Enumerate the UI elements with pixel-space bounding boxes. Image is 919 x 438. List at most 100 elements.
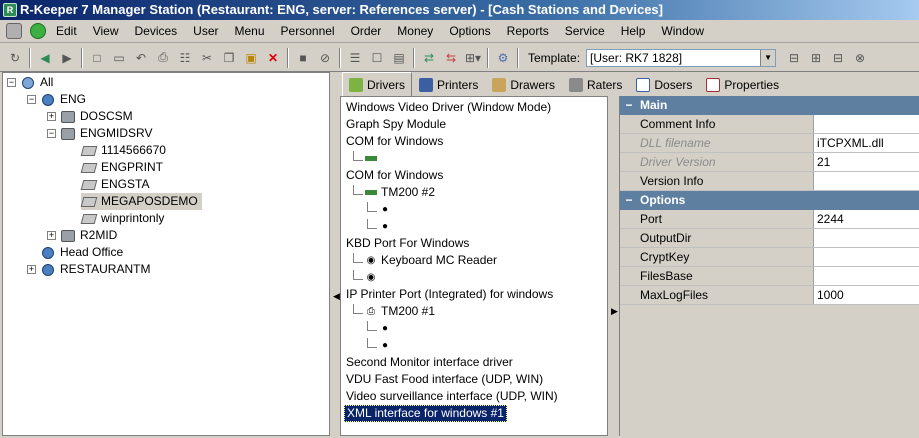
transfer-icon[interactable]: ⇆	[441, 48, 461, 68]
driver-child-item[interactable]: ◉ Keyboard MC Reader	[353, 252, 497, 269]
grid-view-icon[interactable]: ⊞▾	[463, 48, 483, 68]
menu-order[interactable]: Order	[343, 20, 390, 43]
expand-right-icon[interactable]: ▶	[611, 306, 618, 317]
property-value[interactable]	[814, 229, 919, 247]
property-value[interactable]: 1000	[814, 286, 919, 304]
expand-icon[interactable]: +	[27, 265, 36, 274]
settings-gear-icon[interactable]: ⚙	[493, 48, 513, 68]
property-row[interactable]: FilesBase	[620, 267, 919, 286]
driver-item[interactable]: Video surveillance interface (UDP, WIN)	[346, 388, 558, 405]
driver-item[interactable]: KBD Port For Windows	[346, 235, 469, 252]
cancel-icon[interactable]: ⊘	[315, 48, 335, 68]
device-node[interactable]: ●	[367, 320, 395, 337]
tab-drawers[interactable]: Drawers	[485, 74, 562, 96]
menu-reports[interactable]: Reports	[499, 20, 557, 43]
tree-node-station-selected[interactable]: MEGAPOSDEMO	[80, 193, 202, 210]
property-row[interactable]: DLL filename iTCPXML.dll	[620, 134, 919, 153]
template-save-icon[interactable]: ⊞	[806, 48, 826, 68]
menu-window[interactable]: Window	[653, 20, 712, 43]
expand-icon[interactable]: +	[47, 231, 56, 240]
tree-node-all[interactable]: − All	[7, 74, 53, 91]
device-node[interactable]: ●	[367, 337, 395, 354]
property-value[interactable]	[814, 248, 919, 266]
menu-devices[interactable]: Devices	[126, 20, 185, 43]
menu-personnel[interactable]: Personnel	[273, 20, 343, 43]
sync-icon[interactable]: ⇄	[419, 48, 439, 68]
refresh-icon[interactable]: ↻	[5, 48, 25, 68]
new-icon[interactable]: □	[87, 48, 107, 68]
collapse-icon[interactable]: −	[622, 96, 636, 115]
template-select[interactable]: [User: RK7 1828] ▼	[586, 48, 777, 67]
menu-edit[interactable]: Edit	[48, 20, 85, 43]
template-load-icon[interactable]: ⊟	[828, 48, 848, 68]
menu-view[interactable]: View	[85, 20, 127, 43]
tab-raters[interactable]: Raters	[562, 74, 629, 96]
undo-icon[interactable]: ↶	[131, 48, 151, 68]
driver-port-node[interactable]	[353, 150, 381, 167]
menu-user[interactable]: User	[185, 20, 226, 43]
property-row[interactable]: OutputDir	[620, 229, 919, 248]
tab-printers[interactable]: Printers	[412, 74, 485, 96]
driver-item[interactable]: VDU Fast Food interface (UDP, WIN)	[346, 371, 543, 388]
properties-icon[interactable]: ☷	[175, 48, 195, 68]
tree-node-r2mid[interactable]: + R2MID	[47, 227, 117, 244]
collapse-icon[interactable]: −	[27, 95, 36, 104]
driver-item[interactable]: COM for Windows	[346, 167, 443, 184]
driver-child-item[interactable]: ⎙ TM200 #1	[353, 303, 435, 320]
property-row[interactable]: Comment Info	[620, 115, 919, 134]
property-row[interactable]: Port 2244	[620, 210, 919, 229]
tree-node-station[interactable]: ENGPRINT	[80, 159, 163, 176]
device-node[interactable]: ●	[367, 201, 395, 218]
chevron-down-icon[interactable]: ▼	[760, 49, 776, 66]
document-icon[interactable]: ☰	[345, 48, 365, 68]
tree-node-station[interactable]: 1114566670	[80, 142, 166, 159]
save-icon[interactable]: ■	[293, 48, 313, 68]
driver-child-item[interactable]: TM200 #2	[353, 184, 435, 201]
paste-special-icon[interactable]: ▤	[389, 48, 409, 68]
tree-node-engmidsrv[interactable]: − ENGMIDSRV	[47, 125, 152, 142]
driver-item[interactable]: IP Printer Port (Integrated) for windows	[346, 286, 553, 303]
driver-item-selected[interactable]: XML interface for windows #1	[344, 405, 507, 422]
tab-drivers[interactable]: Drivers	[342, 72, 412, 96]
property-row[interactable]: Driver Version 21	[620, 153, 919, 172]
clipboard-icon[interactable]: ☐	[367, 48, 387, 68]
collapse-icon[interactable]: −	[47, 129, 56, 138]
property-row[interactable]: CryptKey	[620, 248, 919, 267]
open-folder-icon[interactable]: ▭	[109, 48, 129, 68]
property-value[interactable]	[814, 172, 919, 190]
cut-icon[interactable]: ✂	[197, 48, 217, 68]
tree-node-station[interactable]: winprintonly	[80, 210, 164, 227]
menu-help[interactable]: Help	[613, 20, 654, 43]
tree-node-station[interactable]: ENGSTA	[80, 176, 149, 193]
tree-node-eng[interactable]: − ENG	[27, 91, 86, 108]
object-tree[interactable]: − All − ENG + DOSCSM − ENGMIDSRV 1114566…	[2, 72, 330, 436]
left-splitter[interactable]: ◀	[332, 96, 340, 436]
property-value[interactable]	[814, 267, 919, 285]
driver-item[interactable]: Second Monitor interface driver	[346, 354, 513, 371]
menu-menu[interactable]: Menu	[227, 20, 273, 43]
property-value[interactable]	[814, 115, 919, 133]
menu-options[interactable]: Options	[441, 20, 498, 43]
tree-node-head-office[interactable]: Head Office	[40, 244, 123, 261]
tab-dosers[interactable]: Dosers	[629, 74, 699, 96]
collapse-icon[interactable]: −	[622, 191, 636, 210]
device-node[interactable]: ●	[367, 218, 395, 235]
tree-node-doscsm[interactable]: + DOSCSM	[47, 108, 133, 125]
tab-properties[interactable]: Properties	[699, 74, 786, 96]
right-splitter[interactable]: ▶	[609, 96, 619, 436]
menu-money[interactable]: Money	[389, 20, 441, 43]
driver-item[interactable]: Windows Video Driver (Window Mode)	[346, 99, 551, 116]
collapse-icon[interactable]: −	[7, 78, 16, 87]
section-options[interactable]: − Options	[620, 191, 919, 210]
property-value[interactable]: 2244	[814, 210, 919, 228]
delete-icon[interactable]: ✕	[263, 48, 283, 68]
property-row[interactable]: Version Info	[620, 172, 919, 191]
back-icon[interactable]: ◀	[35, 48, 55, 68]
drivers-tree[interactable]: Windows Video Driver (Window Mode) Graph…	[340, 96, 608, 436]
driver-item[interactable]: COM for Windows	[346, 133, 443, 150]
property-row[interactable]: MaxLogFiles 1000	[620, 286, 919, 305]
forward-icon[interactable]: ▶	[57, 48, 77, 68]
section-main[interactable]: − Main	[620, 96, 919, 115]
driver-item[interactable]: Graph Spy Module	[346, 116, 446, 133]
device-node[interactable]: ◉	[353, 269, 381, 286]
